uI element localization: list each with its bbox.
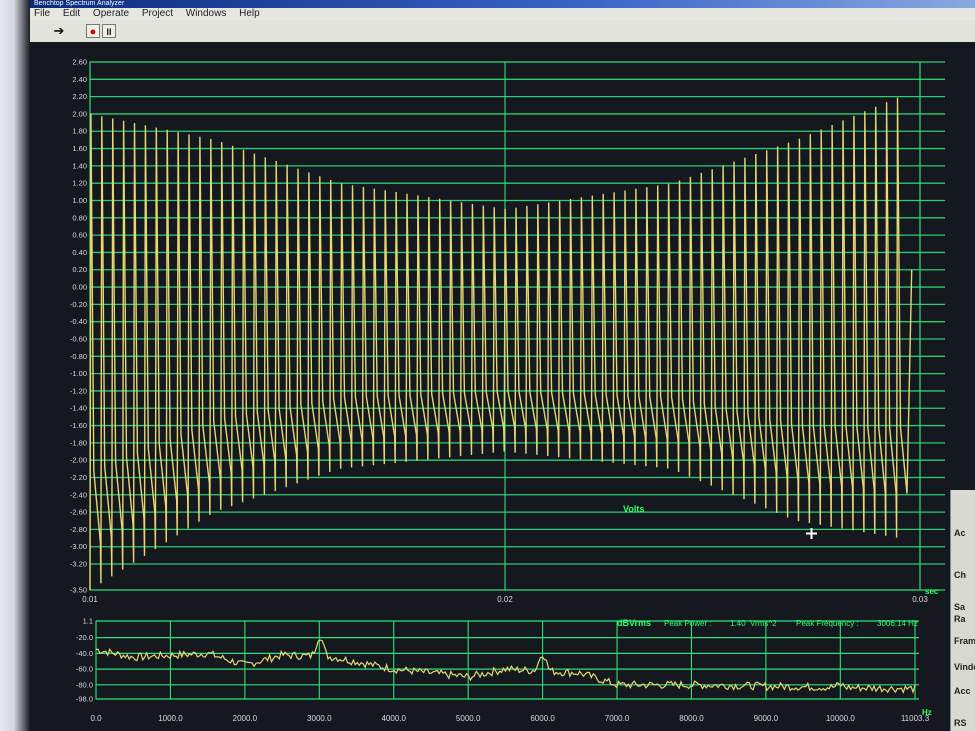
time-y-tick-label: 0.40 (72, 248, 87, 257)
time-y-tick-label: 1.40 (72, 161, 87, 170)
spectrum-y-tick-label: -40.0 (76, 649, 93, 658)
side-label-ch: Ch (954, 570, 966, 580)
side-label-ac: Ac (954, 528, 966, 538)
spectrum-x-tick-label: 6000.0 (530, 714, 555, 723)
time-x-unit-label: sec (925, 587, 939, 596)
time-y-tick-label: -3.20 (70, 560, 87, 569)
side-label-acc: Acc (954, 686, 971, 696)
spectrum-plot-grid (95, 620, 919, 700)
spectrum-x-tick-label: 7000.0 (605, 714, 630, 723)
time-plot-x-ticks: 0.01 0.02 0.03 (82, 595, 928, 604)
spectrum-x-tick-label: 9000.0 (754, 714, 779, 723)
pause-button[interactable]: II (102, 24, 116, 38)
time-y-tick-label: -2.20 (70, 473, 87, 482)
toolbar: ➔ ● II (30, 20, 975, 43)
stop-icon[interactable]: ● (86, 24, 100, 38)
time-y-tick-label: 2.00 (72, 109, 87, 118)
time-y-tick-label: -1.00 (70, 369, 87, 378)
spectrum-x-tick-label: 3000.0 (307, 714, 332, 723)
time-y-tick-label: -3.50 (70, 586, 87, 595)
side-label-rs: RS (954, 718, 967, 728)
spectrum-x-tick-label: 1000.0 (158, 714, 183, 723)
time-y-tick-label: 2.40 (72, 75, 87, 84)
spectrum-plot-frame (95, 620, 916, 700)
time-y-tick-label: -0.60 (70, 334, 87, 343)
time-y-tick-label: 1.80 (72, 127, 87, 136)
time-plot-y-ticks: 2.60 2.40 2.20 2.00 1.80 1.60 1.40 1.20 1.00 0.80… (70, 58, 87, 595)
time-y-tick-label: 2.20 (72, 92, 87, 101)
side-label-window: Vinde (954, 662, 975, 672)
time-y-tick-label: 1.60 (72, 144, 87, 153)
time-y-tick-label: 1.00 (72, 196, 87, 205)
run-arrow-icon[interactable]: ➔ (52, 24, 66, 38)
menu-operate[interactable]: Operate (93, 8, 129, 19)
spectrum-plot-x-ticks: 0.0 1000.0 2000.0 3000.0 4000.0 5000.0 6000.0 7… (90, 714, 929, 723)
menu-edit[interactable]: Edit (63, 8, 80, 19)
spectrum-plot-y-ticks: 1.1 -20.0 -40.0 -60.0 -80.0 -98.0 (76, 617, 93, 704)
menu-help[interactable]: Help (239, 8, 260, 19)
spectrum-x-tick-label: 2000.0 (233, 714, 258, 723)
spectrum-x-tick-label: 10000.0 (826, 714, 855, 723)
time-y-tick-label: 1.20 (72, 179, 87, 188)
menu-bar: File Edit Operate Project Windows Help (30, 8, 975, 20)
time-y-tick-label: -2.00 (70, 456, 87, 465)
time-signal-trace (89, 97, 913, 591)
settings-side-panel: Ac Ch Sa Ra Fram Vinde Acc RS (950, 490, 975, 731)
peak-power-value: 1.40 (730, 619, 746, 628)
side-label-frame: Fram (954, 636, 975, 646)
time-x-tick-label: 0.03 (912, 595, 928, 604)
spectrum-y-tick-label: 1.1 (83, 617, 93, 626)
peak-power-unit: Vrms^2 (750, 619, 777, 628)
side-label-ra: Ra (954, 614, 966, 624)
time-y-tick-label: -0.20 (70, 300, 87, 309)
spectrum-y-tick-label: -80.0 (76, 680, 93, 689)
side-label-sa: Sa (954, 602, 966, 612)
spectrum-x-unit-label: Hz (922, 708, 932, 717)
time-y-tick-label: -0.80 (70, 352, 87, 361)
spectrum-x-tick-label: 0.0 (90, 714, 102, 723)
time-y-tick-label: 0.80 (72, 213, 87, 222)
dbvrms-label: dBVrms (617, 618, 651, 628)
time-y-tick-label: -1.40 (70, 404, 87, 413)
time-y-tick-label: -2.80 (70, 525, 87, 534)
menu-file[interactable]: File (34, 8, 50, 19)
time-y-tick-label: -1.80 (70, 438, 87, 447)
spectrum-y-tick-label: -98.0 (76, 695, 93, 704)
window-title: Benchtop Spectrum Analyzer (30, 0, 975, 8)
plots-svg: 2.60 2.40 2.20 2.00 1.80 1.60 1.40 1.20 1.00 0.80… (70, 58, 945, 723)
plot-area: 2.60 2.40 2.20 2.00 1.80 1.60 1.40 1.20 1.00 0.80… (30, 42, 975, 731)
menu-windows[interactable]: Windows (186, 8, 227, 19)
volts-unit-label: Volts (623, 504, 644, 514)
spectrum-x-tick-label: 5000.0 (456, 714, 481, 723)
time-y-tick-label: -2.60 (70, 508, 87, 517)
crosshair-cursor-icon (806, 528, 817, 539)
time-y-tick-label: 0.00 (72, 283, 87, 292)
menu-project[interactable]: Project (142, 8, 173, 19)
spectrum-y-tick-label: -20.0 (76, 633, 93, 642)
time-y-tick-label: -3.00 (70, 542, 87, 551)
app-window: Benchtop Spectrum Analyzer File Edit Ope… (30, 0, 975, 731)
peak-frequency-value: 3006.14 Hz (877, 619, 918, 628)
time-y-tick-label: -1.20 (70, 386, 87, 395)
time-x-tick-label: 0.01 (82, 595, 98, 604)
time-y-tick-label: -1.60 (70, 421, 87, 430)
peak-power-label: Peak Power : (664, 619, 712, 628)
time-y-tick-label: -2.40 (70, 490, 87, 499)
time-x-tick-label: 0.02 (497, 595, 513, 604)
spectrum-x-tick-label: 4000.0 (381, 714, 406, 723)
time-y-tick-label: -0.40 (70, 317, 87, 326)
time-y-tick-label: 2.60 (72, 58, 87, 67)
time-y-tick-label: 0.60 (72, 231, 87, 240)
spectrum-x-tick-label: 8000.0 (679, 714, 704, 723)
time-y-tick-label: 0.20 (72, 265, 87, 274)
peak-frequency-label: Peak Frequency : (796, 619, 859, 628)
spectrum-y-tick-label: -60.0 (76, 665, 93, 674)
